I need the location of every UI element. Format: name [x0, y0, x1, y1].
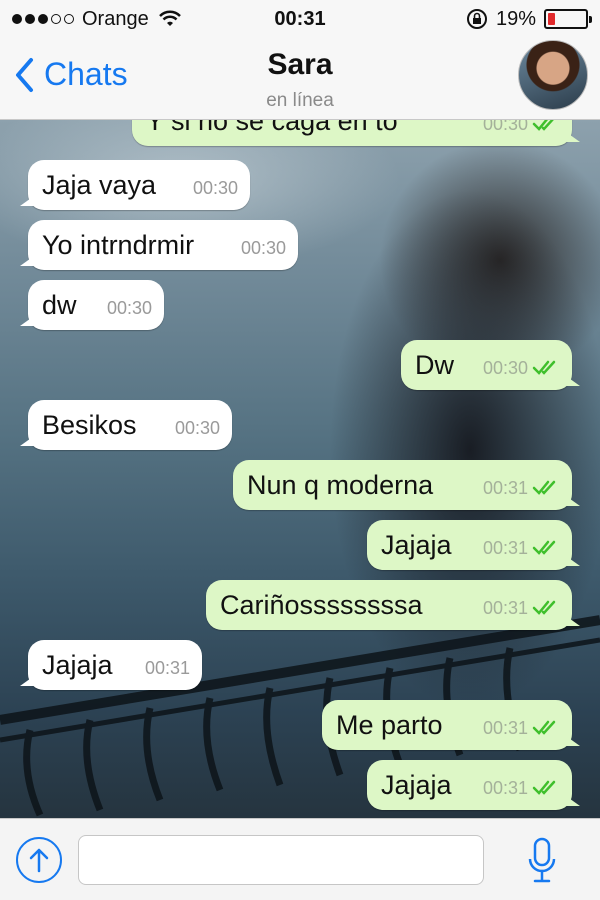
double-check-icon	[532, 780, 556, 795]
chat-header: Chats Sara en línea	[0, 38, 600, 120]
incoming-message[interactable]: Jaja vaya 00:30	[20, 160, 250, 210]
message-input[interactable]	[78, 835, 484, 885]
double-check-icon	[532, 540, 556, 555]
message-time: 00:31	[144, 657, 190, 678]
signal-strength-icon	[12, 14, 74, 24]
message-time: 00:30	[174, 417, 220, 438]
incoming-message[interactable]: Jajaja 00:31	[20, 640, 202, 690]
message-text: Yo intrndrmir	[42, 229, 195, 260]
message-time: 00:31	[482, 597, 528, 618]
message-text: dw	[42, 289, 77, 320]
double-check-icon	[532, 720, 556, 735]
double-check-icon	[532, 360, 556, 375]
microphone-icon[interactable]	[526, 837, 558, 885]
carrier-name: Orange	[82, 7, 149, 30]
outgoing-message[interactable]: Me parto 00:31	[322, 700, 580, 750]
message-text: Besikos	[42, 409, 137, 440]
wifi-icon	[158, 10, 181, 26]
outgoing-message[interactable]: Y si no se caga en to 00:30	[132, 120, 580, 146]
incoming-message[interactable]: Besikos 00:30	[20, 400, 232, 450]
message-time: 00:30	[482, 357, 528, 378]
outgoing-message[interactable]: Jajaja 00:31	[367, 520, 580, 570]
outgoing-message[interactable]: Nun q moderna 00:31	[233, 460, 580, 510]
double-check-icon	[532, 120, 554, 131]
double-check-icon	[532, 480, 556, 495]
outgoing-message[interactable]: Cariñossssssssa 00:31	[206, 580, 580, 630]
message-list[interactable]: Y si no se caga en to 00:30 Jaja vaya 00:30…	[0, 120, 600, 818]
message-text: Jaja vaya	[42, 169, 157, 200]
message-time: 00:30	[106, 297, 152, 318]
outgoing-message[interactable]: Dw 00:30	[401, 340, 580, 390]
message-text: Nun q moderna	[247, 469, 434, 500]
incoming-message[interactable]: dw 00:30	[20, 280, 164, 330]
contact-name[interactable]: Sara	[0, 48, 600, 82]
rotation-lock-icon	[466, 9, 487, 29]
battery-percent: 19%	[495, 7, 536, 30]
message-text: Jajaja	[381, 769, 452, 800]
avatar[interactable]	[518, 40, 588, 110]
status-bar: Orange 00:31 19%	[0, 0, 600, 38]
message-time: 00:31	[482, 717, 528, 738]
message-text: Jajaja	[42, 649, 113, 680]
message-time: 00:30	[482, 120, 528, 134]
message-time: 00:31	[482, 777, 528, 798]
message-time: 00:30	[192, 177, 238, 198]
composer-bar	[0, 818, 600, 900]
message-text: Cariñossssssssa	[220, 589, 423, 620]
contact-status: en línea	[266, 90, 334, 111]
incoming-message[interactable]: Yo intrndrmir 00:30	[20, 220, 298, 270]
battery-icon	[544, 9, 592, 29]
share-button[interactable]	[16, 837, 62, 883]
upload-arrow-icon	[29, 848, 49, 873]
message-time: 00:31	[482, 477, 528, 498]
message-time: 00:31	[482, 537, 528, 558]
message-text: Y si no se caga en to	[146, 120, 398, 136]
message-text: Me parto	[336, 709, 443, 740]
double-check-icon	[532, 600, 556, 615]
message-time: 00:30	[240, 237, 286, 258]
message-text: Jajaja	[381, 529, 452, 560]
outgoing-message[interactable]: Jajaja 00:31	[367, 760, 580, 810]
message-text: Dw	[415, 349, 454, 380]
